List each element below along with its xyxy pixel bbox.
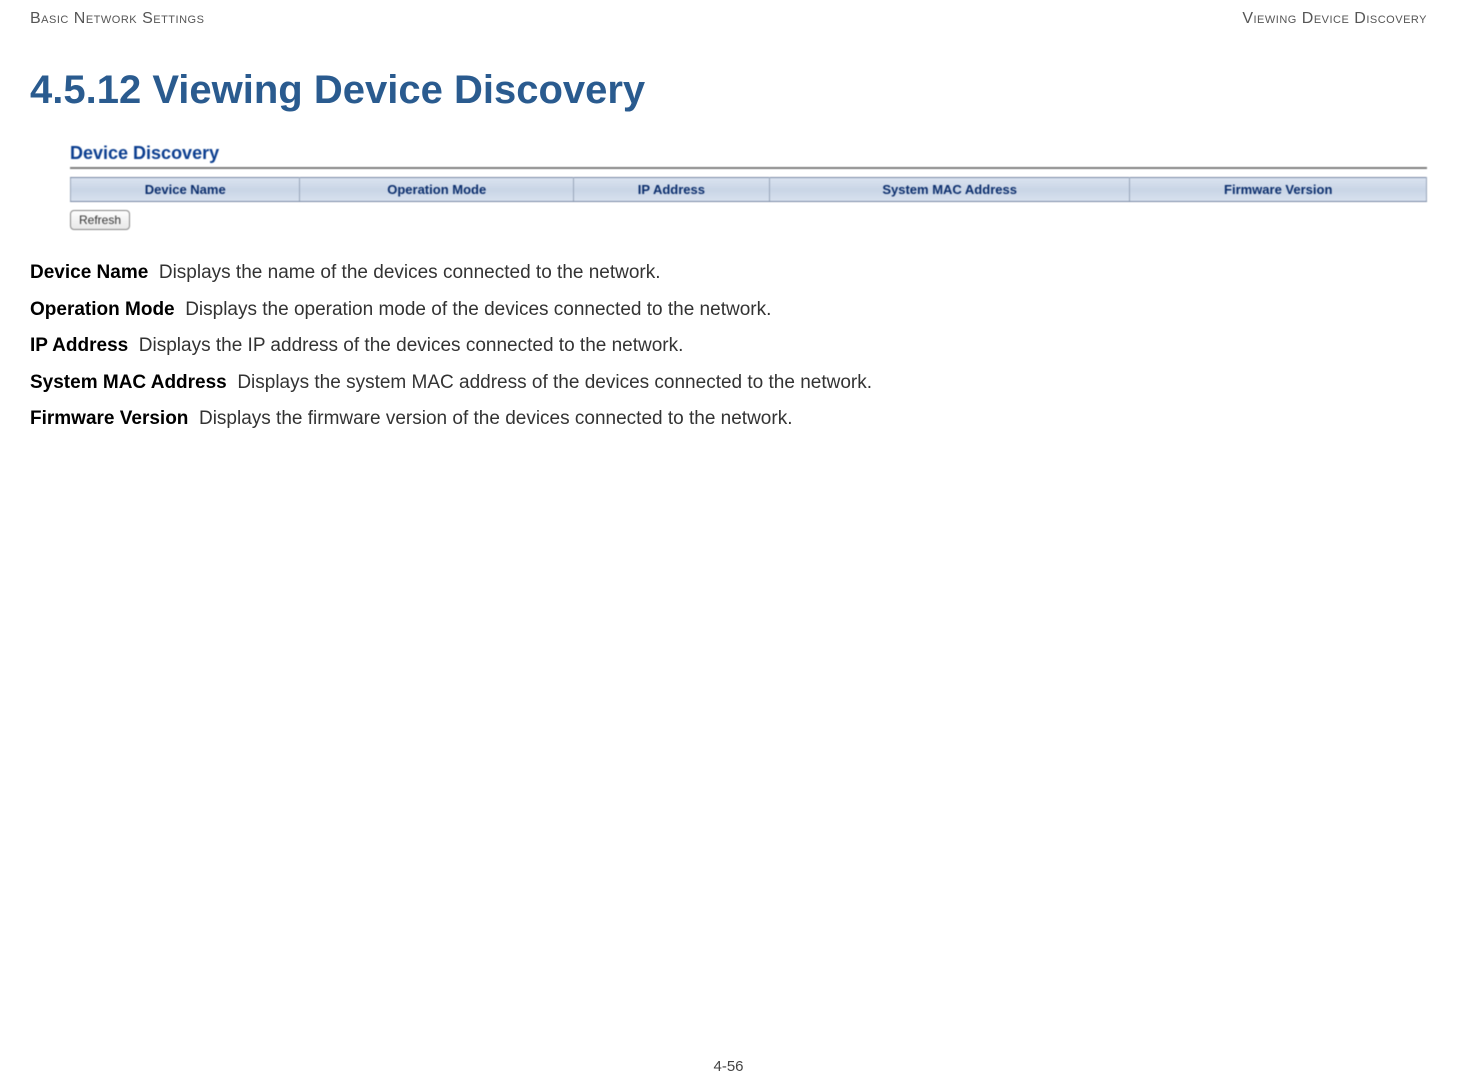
col-ip-address: IP Address	[573, 178, 769, 202]
desc-mac-address: Displays the system MAC address of the d…	[237, 372, 872, 393]
page-header: Basic Network Settings Viewing Device Di…	[30, 10, 1427, 28]
page-number: 4-56	[713, 1058, 743, 1075]
definition-operation-mode: Operation Mode Displays the operation mo…	[30, 297, 1427, 324]
table-header-row: Device Name Operation Mode IP Address Sy…	[71, 178, 1427, 202]
term-ip-address: IP Address	[30, 335, 128, 356]
panel-title: Device Discovery	[70, 143, 1427, 169]
col-operation-mode: Operation Mode	[300, 178, 573, 202]
col-system-mac: System MAC Address	[769, 178, 1130, 202]
desc-operation-mode: Displays the operation mode of the devic…	[185, 299, 771, 320]
definition-ip-address: IP Address Displays the IP address of th…	[30, 333, 1427, 360]
desc-ip-address: Displays the IP address of the devices c…	[139, 335, 684, 356]
col-device-name: Device Name	[71, 178, 300, 202]
desc-device-name: Displays the name of the devices connect…	[159, 262, 661, 283]
header-left: Basic Network Settings	[30, 10, 204, 28]
term-operation-mode: Operation Mode	[30, 299, 175, 320]
device-discovery-table: Device Name Operation Mode IP Address Sy…	[70, 177, 1427, 202]
definition-device-name: Device Name Displays the name of the dev…	[30, 260, 1427, 287]
col-firmware-version: Firmware Version	[1130, 178, 1427, 202]
term-firmware-version: Firmware Version	[30, 408, 188, 429]
section-title: 4.5.12 Viewing Device Discovery	[30, 68, 1427, 113]
definitions-list: Device Name Displays the name of the dev…	[30, 260, 1427, 433]
desc-firmware-version: Displays the firmware version of the dev…	[199, 408, 793, 429]
device-discovery-panel: Device Discovery Device Name Operation M…	[70, 143, 1427, 230]
term-mac-address: System MAC Address	[30, 372, 227, 393]
definition-firmware-version: Firmware Version Displays the firmware v…	[30, 406, 1427, 433]
refresh-button[interactable]: Refresh	[70, 210, 130, 230]
definition-mac-address: System MAC Address Displays the system M…	[30, 370, 1427, 397]
header-right: Viewing Device Discovery	[1242, 10, 1427, 28]
term-device-name: Device Name	[30, 262, 148, 283]
